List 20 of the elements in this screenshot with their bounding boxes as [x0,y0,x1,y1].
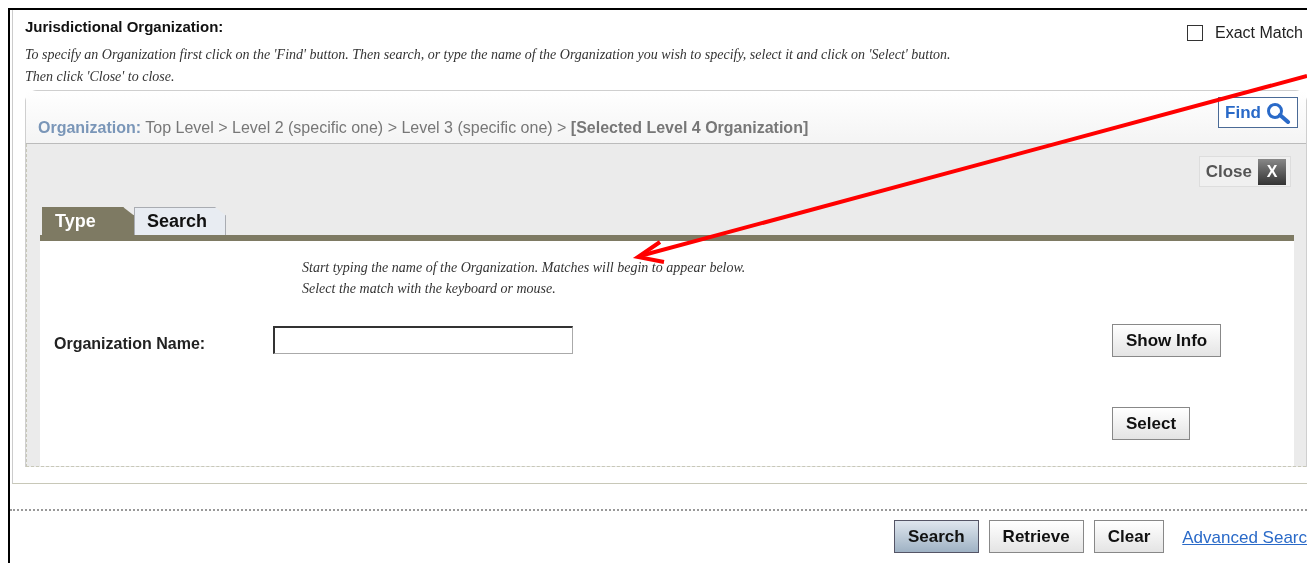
section-title: Jurisdictional Organization: [25,18,224,35]
hint-text: Start typing the name of the Organization. Matches will begin to appear below. [302,259,747,277]
footer-button[interactable]: Clear [1093,520,1165,553]
panel-button[interactable]: Show Info [1112,324,1222,357]
advanced-search-link[interactable]: Advanced Searc [1182,528,1307,553]
tab[interactable]: Type [42,207,134,235]
hint-text: Select the match with the keyboard or mouse. [302,280,557,298]
footer-button[interactable]: Search [893,520,979,553]
tab[interactable]: Search [134,207,226,235]
search-icon [1265,101,1291,124]
find-button[interactable]: Find [1218,97,1298,128]
instruction-text: Then click 'Close' to close. [25,68,176,86]
close-button[interactable]: Close X [1198,156,1291,187]
footer-button[interactable]: Retrieve [988,520,1084,553]
instruction-text: To specify an Organization first click on the 'Find' button. Then search, or type the name of the Organization you wish to specify, select it and click on 'Select' button. [25,46,952,64]
exact-match-checkbox[interactable]: Exact Match [1186,24,1303,42]
panel-button[interactable]: Select [1112,407,1191,440]
field-label: Organization Name: [54,335,206,354]
breadcrumb-text: Organization: Top Level > Level 2 (specific one) > Level 3 (specific one) > [Selected Level 4 Organization] [38,119,809,137]
organization-name-field[interactable] [273,326,574,354]
